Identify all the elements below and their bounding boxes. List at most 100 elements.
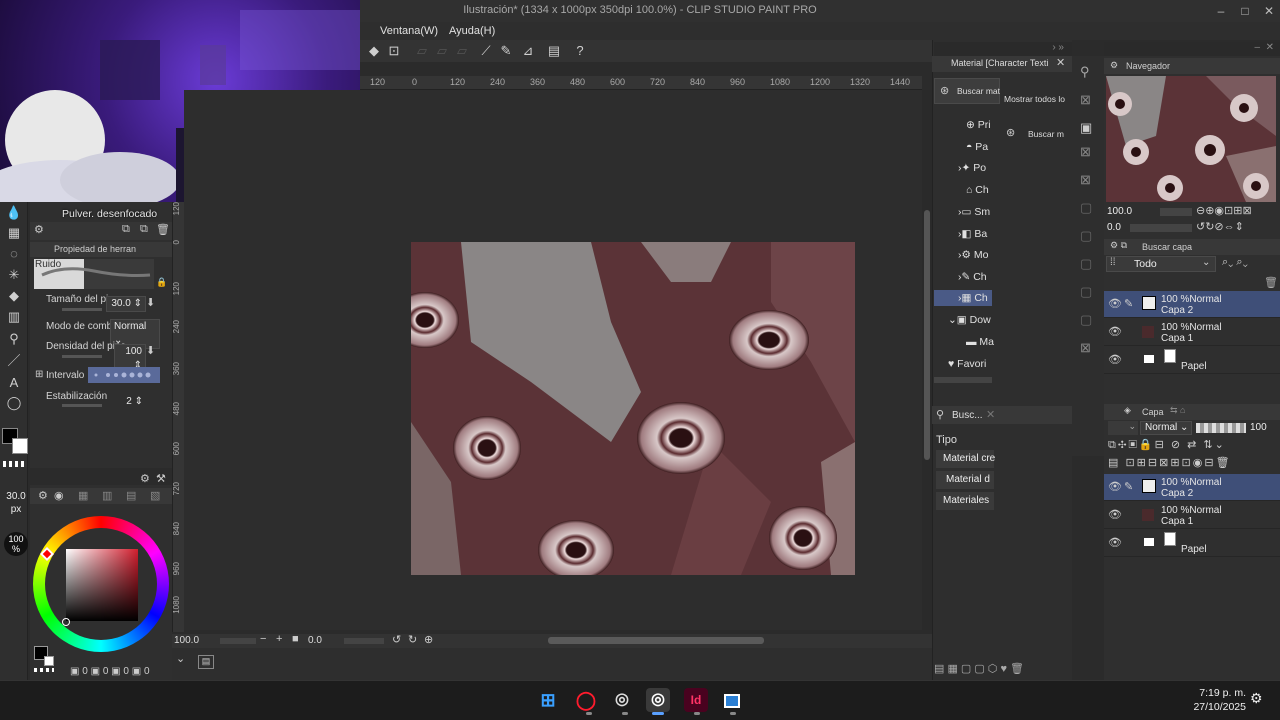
layer-search-menu-icon[interactable]: ⚙ ⧉ — [1110, 240, 1127, 251]
close-material-icon[interactable]: ✕ — [1056, 56, 1065, 69]
gradient-icon[interactable]: ▥ — [4, 308, 24, 326]
material-tree-item[interactable]: ▬ Ma — [966, 336, 994, 348]
material-tree-item[interactable]: ›⚙ Mo — [958, 249, 988, 261]
color-slider-tab-icon[interactable]: ▥ — [102, 489, 112, 502]
navigator-zoom-value[interactable]: 100.0 — [1107, 206, 1132, 217]
navigator-preview[interactable] — [1106, 76, 1276, 202]
panel-icon[interactable]: ⊠ — [1080, 172, 1091, 188]
lasso-icon[interactable]: ◌ — [4, 245, 24, 263]
layer-toolbar-row1[interactable]: ⧉✣▣🔒⊟ ⊘ ⇄ ⇅⌄ — [1108, 438, 1226, 452]
layer-row[interactable]: 👁 Papel — [1104, 530, 1280, 557]
navigator-rotate-buttons[interactable]: ↺↻⊘⇔⇕ — [1196, 220, 1244, 233]
color-marker[interactable] — [62, 618, 70, 626]
grid-tool-icon[interactable]: ▦ — [4, 224, 24, 242]
panel-icon[interactable]: ⊠ — [1080, 92, 1091, 108]
reset-rotation-icon[interactable]: ⊕ — [424, 633, 433, 646]
app-window-icon[interactable] — [720, 688, 744, 712]
zoom-in-icon[interactable]: + — [276, 633, 282, 645]
saturation-value-square[interactable] — [66, 549, 138, 621]
material-tree-item[interactable]: ›✎ Ch — [958, 271, 987, 283]
layer-filter-select[interactable] — [1106, 256, 1216, 272]
eye-icon[interactable]: 👁 — [1108, 536, 1122, 549]
canvas-vertical-scrollbar[interactable] — [922, 90, 932, 630]
brush-size-indicator[interactable]: 30.0 — [2, 491, 30, 502]
material-tree-item[interactable]: ›▭ Sm — [958, 206, 990, 218]
settings-icon[interactable]: ⚙ — [140, 472, 150, 485]
collapse-icon[interactable]: ⌄ — [176, 652, 185, 665]
show-all-label[interactable]: Mostrar todos lo — [1004, 94, 1066, 104]
text-tool-icon[interactable]: A — [4, 374, 24, 392]
fill-icon[interactable]: ◆ — [366, 43, 382, 59]
navigator-zoom-slider[interactable] — [1160, 208, 1192, 216]
navigator-panel-icon[interactable]: ⚲ — [1080, 64, 1090, 80]
zoom-value[interactable]: 100.0 — [174, 635, 199, 646]
layer-toolbar-row2[interactable]: ▤ ⊡⊞⊟⊠⊞⊡◉⊟🗑 — [1108, 456, 1232, 469]
ruler-icon[interactable]: ⟋ — [478, 43, 494, 59]
material-tree-item[interactable]: ♥ Favori — [948, 358, 986, 370]
pen-ruler-icon[interactable]: ✎ — [498, 43, 514, 59]
material-tree-item[interactable]: ⌂ Ch — [966, 184, 989, 196]
indesign-icon[interactable]: Id — [684, 688, 708, 712]
material-tab[interactable]: Material [Character Texti — [951, 58, 1051, 68]
navigator-tab[interactable]: Navegador — [1104, 58, 1280, 74]
menu-ventana[interactable]: Ventana(W) — [374, 24, 444, 38]
lock-icon[interactable]: 🔒 — [156, 277, 167, 288]
sub-color-swatch[interactable] — [12, 438, 28, 454]
sub-color-mini[interactable] — [44, 656, 54, 666]
density-dropdown-icon[interactable]: ⬇ — [146, 344, 155, 357]
artwork-canvas[interactable] — [411, 242, 855, 575]
material-tree-scrollbar[interactable] — [934, 377, 992, 383]
layer-search-tab[interactable]: Buscar capa — [1104, 239, 1280, 255]
transform-icon[interactable]: ⊡ — [386, 43, 402, 59]
layer-blend-mode-select[interactable]: Normal ⌄ — [1140, 421, 1192, 435]
size-dropdown-icon[interactable]: ⬇ — [146, 296, 155, 309]
zoom-out-icon[interactable]: − — [260, 633, 266, 645]
panel-icon[interactable]: ⊠ — [1080, 144, 1091, 160]
layer-opacity-value[interactable]: 100 — [1250, 422, 1267, 433]
menu-ayuda[interactable]: Ayuda(H) — [443, 24, 501, 38]
panel-icon[interactable]: ▢ — [1080, 228, 1092, 244]
search-material-icon-2[interactable]: ⊛ — [1006, 126, 1015, 139]
windows-start-icon[interactable]: ⊞ — [536, 688, 560, 712]
material-tree-item[interactable]: ◓ Pa — [966, 141, 988, 153]
density-slider[interactable] — [62, 355, 102, 358]
layer-row[interactable]: 👁 ✎ 100 %Normal Capa 2 — [1104, 474, 1280, 501]
subtool-duplicate-icon[interactable]: ⧉ — [140, 223, 148, 236]
stabilization-slider[interactable] — [62, 404, 102, 407]
search-panel-tab[interactable]: Busc... — [952, 410, 983, 421]
panel-icon[interactable]: ▣ — [1080, 120, 1092, 136]
close-window-button[interactable]: ✕ — [1258, 2, 1280, 20]
clip-studio-paint-icon[interactable]: ◎ — [646, 688, 670, 712]
layer-search-options-icon[interactable]: ⌕⌄ ⌕⌄ — [1222, 256, 1248, 269]
layer-opacity-slider[interactable] — [1196, 423, 1246, 433]
rotation-slider[interactable] — [344, 638, 384, 644]
size-slider[interactable] — [62, 308, 102, 311]
color-wheel-tab-icon[interactable]: ◉ — [54, 489, 64, 502]
panel-icon[interactable]: ▢ — [1080, 312, 1092, 328]
panel-icon[interactable]: ▢ — [1080, 200, 1092, 216]
maximize-button[interactable]: □ — [1234, 2, 1256, 20]
material-tree-item[interactable]: ›◧ Ba — [958, 228, 987, 240]
color-history-tab-icon[interactable]: ▤ — [126, 489, 136, 502]
trash-icon[interactable]: 🗑 — [1264, 276, 1278, 289]
rotate-left-icon[interactable]: ↺ — [392, 633, 401, 646]
material-tree-item-selected[interactable]: ›▦ Ch — [958, 292, 988, 304]
subtool-copy-icon[interactable]: ⧉ — [122, 223, 130, 236]
opera-icon[interactable]: ◯ — [574, 688, 598, 712]
document-icon[interactable]: ▤ — [546, 43, 562, 59]
minimize-button[interactable]: – — [1210, 2, 1232, 20]
size-input[interactable]: 30.0 ⇕ — [106, 296, 146, 312]
layer-row[interactable]: 👁 Papel — [1104, 347, 1280, 374]
eye-icon[interactable]: 👁 — [1108, 353, 1122, 366]
wrench-icon[interactable]: ⚒ — [156, 472, 166, 485]
navigator-angle-value[interactable]: 0.0 — [1107, 222, 1121, 233]
interval-slider[interactable] — [88, 367, 160, 383]
clip-studio-icon[interactable]: ◎ — [610, 688, 634, 712]
close-search-icon[interactable]: ✕ — [986, 408, 995, 421]
rotation-value[interactable]: 0.0 — [308, 635, 322, 646]
transparent-mini-icon[interactable] — [34, 668, 54, 672]
eye-icon[interactable]: 👁 — [1108, 508, 1122, 521]
blend-tool-icon[interactable]: 💧 — [4, 204, 24, 222]
navigator-menu-icon[interactable]: ⚙ — [1110, 60, 1118, 71]
panel-icon[interactable]: ⊠ — [1080, 340, 1091, 356]
